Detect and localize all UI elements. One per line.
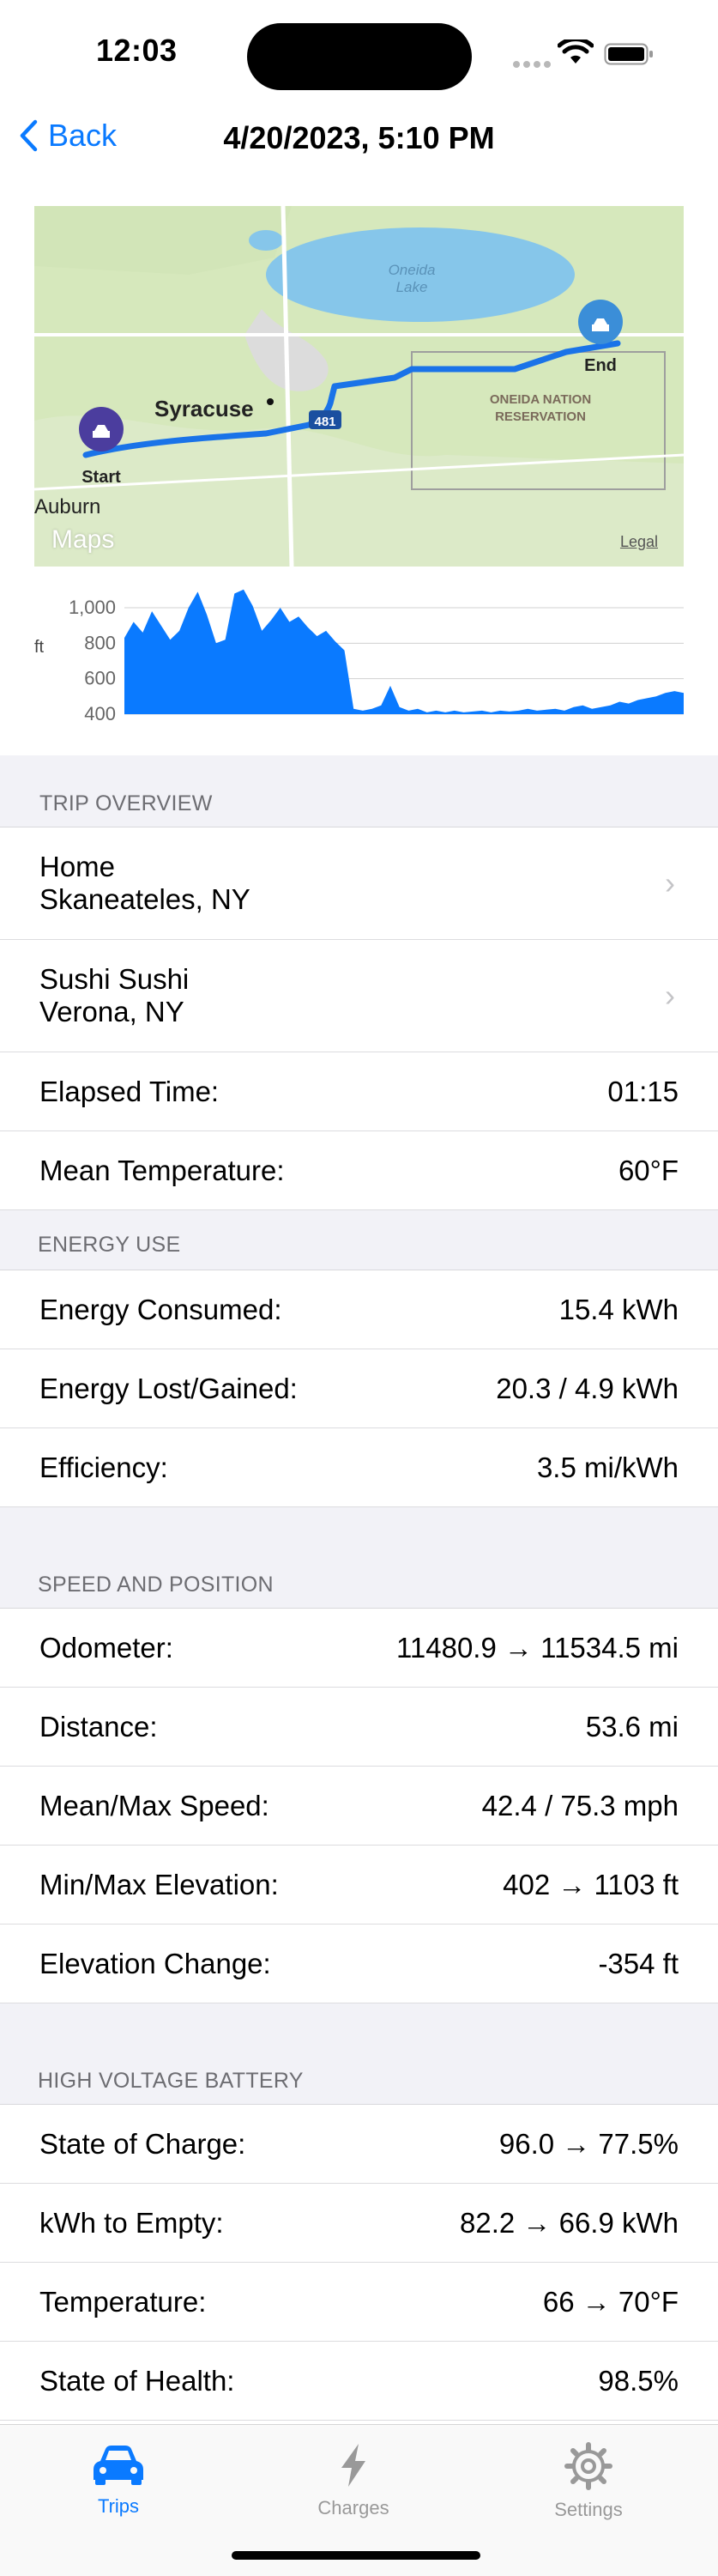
svg-text:RESERVATION: RESERVATION (495, 409, 586, 424)
battery-icon (604, 43, 653, 65)
y-tick-label: 800 (84, 632, 116, 653)
map-canvas: Oneida Lake Syracuse Auburn ONEIDA NATIO… (34, 206, 684, 567)
state-of-charge-value: 96.0 → 77.5% (498, 2127, 679, 2160)
status-bar: 12:03 (0, 0, 718, 112)
kwh-to-empty-row: kWh to Empty: 82.2 → 66.9 kWh (0, 2184, 718, 2263)
battery-temperature-value: 66 → 70°F (542, 2285, 679, 2318)
svg-text:ONEIDA NATION: ONEIDA NATION (490, 392, 591, 407)
distance-value: 53.6 mi (585, 1710, 679, 1743)
map-label-lake: Oneida (389, 262, 436, 278)
trip-destination-row[interactable]: Sushi Sushi Verona, NY › (0, 940, 718, 1052)
origin-label: Home Skaneateles, NY (39, 851, 250, 915)
tab-trips[interactable]: Trips (41, 2442, 196, 2518)
cellular-signal-icon (513, 57, 554, 72)
end-label: End (584, 356, 617, 375)
odometer-value: 11480.9 → 11534.5 mi (395, 1631, 679, 1664)
state-of-health-row: State of Health: 98.5% (0, 2342, 718, 2421)
tab-label: Trips (97, 2495, 140, 2517)
apple-maps-logo: Maps (51, 525, 115, 554)
start-label: Start (81, 468, 121, 487)
energy-lost-gained-value: 20.3 / 4.9 kWh (496, 1372, 679, 1404)
trip-origin-row[interactable]: Home Skaneateles, NY › (0, 827, 718, 940)
wifi-icon (558, 39, 594, 64)
battery-temperature-row: Temperature: 66 → 70°F (0, 2263, 718, 2342)
elevation-chart: 1,000 800 600 400 ft (34, 589, 684, 724)
min-max-elevation-value: 402 → 1103 ft (503, 1868, 679, 1900)
status-time: 12:03 (96, 33, 178, 68)
energy-consumed-row: Energy Consumed: 15.4 kWh (0, 1270, 718, 1349)
dynamic-island (247, 23, 472, 90)
mean-temperature-value: 60°F (618, 1154, 679, 1186)
tab-label: Settings (554, 2499, 623, 2520)
start-pin-icon[interactable] (79, 407, 124, 452)
chevron-right-icon: › (665, 865, 675, 900)
elapsed-time-row: Elapsed Time: 01:15 (0, 1052, 718, 1131)
elevation-change-value: -354 ft (598, 1947, 679, 1979)
map-legal-link[interactable]: Legal (620, 533, 658, 551)
y-tick-label: 600 (84, 668, 116, 689)
destination-label: Sushi Sushi Verona, NY (39, 963, 190, 1027)
tab-label: Charges (317, 2497, 389, 2518)
map-label-auburn: Auburn (34, 495, 100, 518)
route-map[interactable]: Oneida Lake Syracuse Auburn ONEIDA NATIO… (34, 206, 684, 567)
bolt-icon (341, 2444, 365, 2487)
efficiency-row: Efficiency: 3.5 mi/kWh (0, 1428, 718, 1507)
home-indicator (232, 2551, 480, 2560)
end-pin-icon[interactable] (578, 300, 623, 344)
highway-label: 481 (314, 415, 335, 429)
page-title: 4/20/2023, 5:10 PM (223, 120, 495, 155)
section-header-speed-position: SPEED AND POSITION (0, 1507, 718, 1609)
elevation-change-row: Elevation Change: -354 ft (0, 1924, 718, 2003)
gear-icon (564, 2442, 612, 2490)
state-of-charge-row: State of Charge: 96.0 → 77.5% (0, 2105, 718, 2184)
mean-max-speed-value: 42.4 / 75.3 mph (481, 1789, 679, 1821)
kwh-to-empty-value: 82.2 → 66.9 kWh (460, 2206, 679, 2239)
y-tick-label: 400 (84, 703, 116, 724)
mean-max-speed-row: Mean/Max Speed: 42.4 / 75.3 mph (0, 1767, 718, 1846)
section-header-energy-use: ENERGY USE (0, 1210, 718, 1270)
state-of-health-value: 98.5% (598, 2364, 679, 2397)
chevron-right-icon: › (665, 978, 675, 1013)
svg-text:Lake: Lake (396, 279, 428, 295)
section-header-hv-battery: HIGH VOLTAGE BATTERY (0, 2003, 718, 2105)
distance-row: Distance: 53.6 mi (0, 1688, 718, 1767)
elapsed-time-value: 01:15 (607, 1075, 679, 1107)
map-label-city: Syracuse (154, 396, 254, 421)
energy-consumed-value: 15.4 kWh (558, 1293, 679, 1325)
energy-lost-gained-row: Energy Lost/Gained: 20.3 / 4.9 kWh (0, 1349, 718, 1428)
efficiency-value: 3.5 mi/kWh (536, 1451, 679, 1483)
mean-temperature-row: Mean Temperature: 60°F (0, 1131, 718, 1210)
tab-charges[interactable]: Charges (276, 2442, 431, 2519)
odometer-row: Odometer: 11480.9 → 11534.5 mi (0, 1609, 718, 1688)
section-header-trip-overview: TRIP OVERVIEW (0, 755, 718, 827)
y-tick-label: 1,000 (69, 597, 116, 618)
y-axis-unit-label: ft (34, 638, 45, 657)
min-max-elevation-row: Min/Max Elevation: 402 → 1103 ft (0, 1846, 718, 1924)
tab-settings[interactable]: Settings (511, 2442, 666, 2521)
car-icon (94, 2446, 143, 2485)
